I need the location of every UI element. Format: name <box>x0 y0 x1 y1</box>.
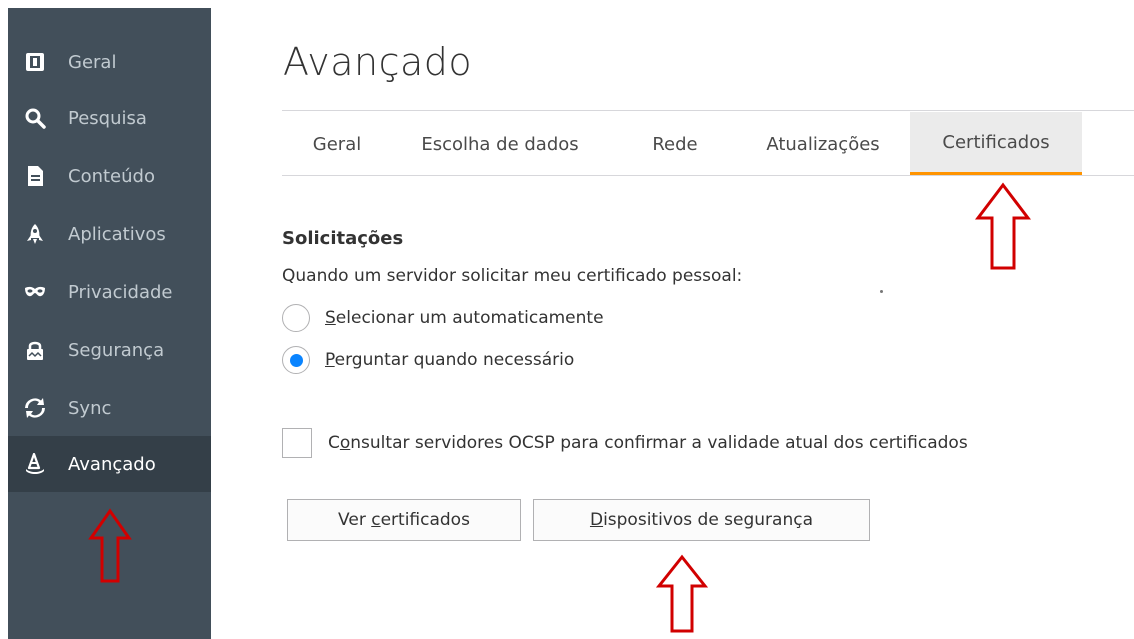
tab-rede[interactable]: Rede <box>618 112 732 176</box>
mask-icon <box>24 281 46 303</box>
sidebar-item-aplicativos[interactable]: Aplicativos <box>8 206 211 262</box>
general-icon <box>24 51 46 73</box>
radio-label: Perguntar quando necessário <box>325 350 574 370</box>
tab-label: Geral <box>312 133 362 155</box>
tab-escolha-de-dados[interactable]: Escolha de dados <box>398 112 602 176</box>
sidebar-item-label: Geral <box>68 51 117 73</box>
rocket-icon <box>24 223 46 245</box>
wizard-hat-icon <box>24 453 46 475</box>
sync-icon <box>24 397 46 419</box>
view-certificates-button[interactable]: Ver c ertificados <box>287 499 521 541</box>
tab-geral[interactable]: Geral <box>282 112 392 176</box>
sidebar-item-seguranca[interactable]: Segurança <box>8 322 211 378</box>
section-description: Quando um servidor solicitar meu certifi… <box>282 266 743 286</box>
checkbox-label: Consultar servidores OCSP para confirmar… <box>328 433 968 453</box>
label-rest: nsultar servidores OCSP para confirmar a… <box>350 433 968 453</box>
radio-label-text: erguntar quando necessário <box>334 350 575 370</box>
sidebar-item-label: Pesquisa <box>68 107 147 129</box>
annotation-arrow-up-icon <box>88 508 132 583</box>
access-key: S <box>325 308 336 328</box>
access-key: c <box>371 510 381 530</box>
title-divider <box>282 110 1134 111</box>
annotation-arrow-up-icon <box>656 554 708 633</box>
tab-label: Certificados <box>942 131 1050 153</box>
radio-label-text: elecionar um automaticamente <box>335 308 604 328</box>
sidebar-item-label: Segurança <box>68 339 165 361</box>
access-key: P <box>325 350 335 370</box>
sidebar-item-label: Privacidade <box>68 281 173 303</box>
stray-dot <box>880 290 883 293</box>
tab-label: Atualizações <box>766 133 880 155</box>
radio-dot <box>289 353 303 367</box>
sidebar-item-conteudo[interactable]: Conteúdo <box>8 148 211 204</box>
security-devices-button[interactable]: Dispositivos de segurança <box>533 499 870 541</box>
sidebar-item-avancado[interactable]: Avançado <box>8 436 211 492</box>
button-label-rest: ispositivos de segurança <box>603 510 814 530</box>
sidebar-item-sync[interactable]: Sync <box>8 380 211 436</box>
tab-label: Escolha de dados <box>421 133 579 155</box>
annotation-arrow-up-icon <box>974 182 1032 270</box>
sidebar-item-label: Avançado <box>68 453 156 475</box>
lock-icon <box>24 339 46 361</box>
sidebar: Geral Pesquisa Conteúdo Aplicativos Priv… <box>8 8 211 639</box>
radio-button-checked[interactable] <box>282 346 310 374</box>
access-key: D <box>589 510 604 530</box>
sidebar-item-geral[interactable]: Geral <box>8 34 211 90</box>
tabs-divider <box>282 175 1134 176</box>
search-icon <box>24 107 46 129</box>
ocsp-checkbox-row[interactable]: Consultar servidores OCSP para confirmar… <box>282 427 968 459</box>
tab-atualizacoes[interactable]: Atualizações <box>740 112 906 176</box>
label-pre: C <box>328 433 340 453</box>
access-key: o <box>339 433 351 453</box>
document-icon <box>24 165 46 187</box>
sidebar-item-pesquisa[interactable]: Pesquisa <box>8 90 211 146</box>
button-label-rest: ertificados <box>380 510 470 530</box>
radio-button[interactable] <box>282 304 310 332</box>
tab-label: Rede <box>652 133 698 155</box>
radio-label: Selecionar um automaticamente <box>325 308 604 328</box>
sidebar-item-privacidade[interactable]: Privacidade <box>8 264 211 320</box>
radio-select-automatically[interactable]: Selecionar um automaticamente <box>282 303 604 333</box>
ocsp-checkbox[interactable] <box>282 428 312 458</box>
sidebar-item-label: Aplicativos <box>68 223 166 245</box>
page-title: Avançado <box>283 40 473 84</box>
button-label-pre: Ver <box>338 510 372 530</box>
section-title: Solicitações <box>282 228 404 249</box>
tab-bar: Geral Escolha de dados Rede Atualizações… <box>282 112 1134 176</box>
sidebar-item-label: Conteúdo <box>68 165 155 187</box>
tab-certificados[interactable]: Certificados <box>910 112 1082 176</box>
preferences-page: Geral Pesquisa Conteúdo Aplicativos Priv… <box>0 0 1134 639</box>
radio-ask-every-time[interactable]: Perguntar quando necessário <box>282 345 574 375</box>
sidebar-item-label: Sync <box>68 397 112 419</box>
